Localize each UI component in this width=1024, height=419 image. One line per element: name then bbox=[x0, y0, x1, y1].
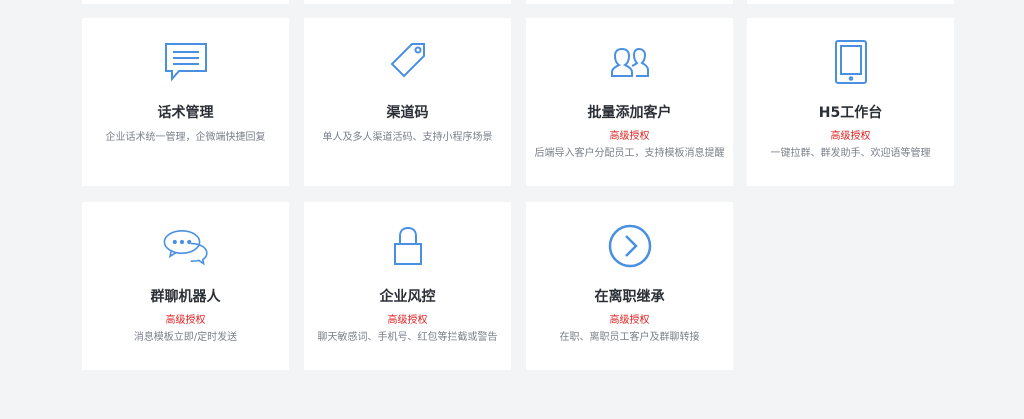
feature-card-enterprise-risk-control[interactable]: 企业风控 高级授权 聊天敏感词、手机号、红包等拦截或警告 bbox=[304, 202, 511, 370]
advanced-license-badge: 高级授权 bbox=[609, 131, 650, 142]
card-stub bbox=[526, 0, 733, 4]
card-stub bbox=[747, 0, 954, 4]
card-description: 企业话术统一管理，企微端快捷回复 bbox=[105, 132, 266, 143]
chat-bubbles-icon bbox=[162, 222, 210, 270]
card-stub bbox=[82, 0, 289, 4]
card-description: 在职、离职员工客户及群聊转接 bbox=[559, 332, 700, 343]
feature-card-h5-workbench[interactable]: H5工作台 高级授权 一键拉群、群发助手、欢迎语等管理 bbox=[747, 18, 954, 186]
card-description: 聊天敏感词、手机号、红包等拦截或警告 bbox=[317, 332, 498, 343]
card-description: 单人及多人渠道活码、支持小程序场景 bbox=[322, 132, 493, 143]
advanced-license-badge: 高级授权 bbox=[830, 131, 871, 142]
message-icon bbox=[162, 38, 210, 86]
card-title: H5工作台 bbox=[818, 105, 883, 121]
card-title: 话术管理 bbox=[157, 105, 214, 121]
card-title: 群聊机器人 bbox=[150, 289, 221, 305]
feature-card-group-chat-robot[interactable]: 群聊机器人 高级授权 消息模板立即/定时发送 bbox=[82, 202, 289, 370]
advanced-license-badge: 高级授权 bbox=[609, 315, 650, 326]
feature-card-bulk-add-customers[interactable]: 批量添加客户 高级授权 后端导入客户分配员工，支持模板消息提醒 bbox=[526, 18, 733, 186]
advanced-license-badge: 高级授权 bbox=[387, 315, 428, 326]
card-description: 一键拉群、群发助手、欢迎语等管理 bbox=[770, 148, 931, 159]
advanced-license-badge: 高级授权 bbox=[165, 315, 206, 326]
card-title: 渠道码 bbox=[386, 105, 429, 121]
lock-icon bbox=[384, 222, 432, 270]
tablet-icon bbox=[827, 38, 875, 86]
card-title: 在离职继承 bbox=[594, 289, 665, 305]
card-description: 后端导入客户分配员工，支持模板消息提醒 bbox=[534, 148, 725, 159]
feature-card-script-management[interactable]: 话术管理 企业话术统一管理，企微端快捷回复 bbox=[82, 18, 289, 186]
card-description: 消息模板立即/定时发送 bbox=[133, 332, 238, 343]
users-icon bbox=[606, 38, 654, 86]
feature-card-channel-code[interactable]: 渠道码 单人及多人渠道活码、支持小程序场景 bbox=[304, 18, 511, 186]
card-title: 企业风控 bbox=[379, 289, 436, 305]
tag-icon bbox=[384, 38, 432, 86]
feature-card-employee-succession[interactable]: 在离职继承 高级授权 在职、离职员工客户及群聊转接 bbox=[526, 202, 733, 370]
card-title: 批量添加客户 bbox=[587, 105, 672, 121]
arrow-right-circle-icon bbox=[606, 222, 654, 270]
card-stub bbox=[304, 0, 511, 4]
